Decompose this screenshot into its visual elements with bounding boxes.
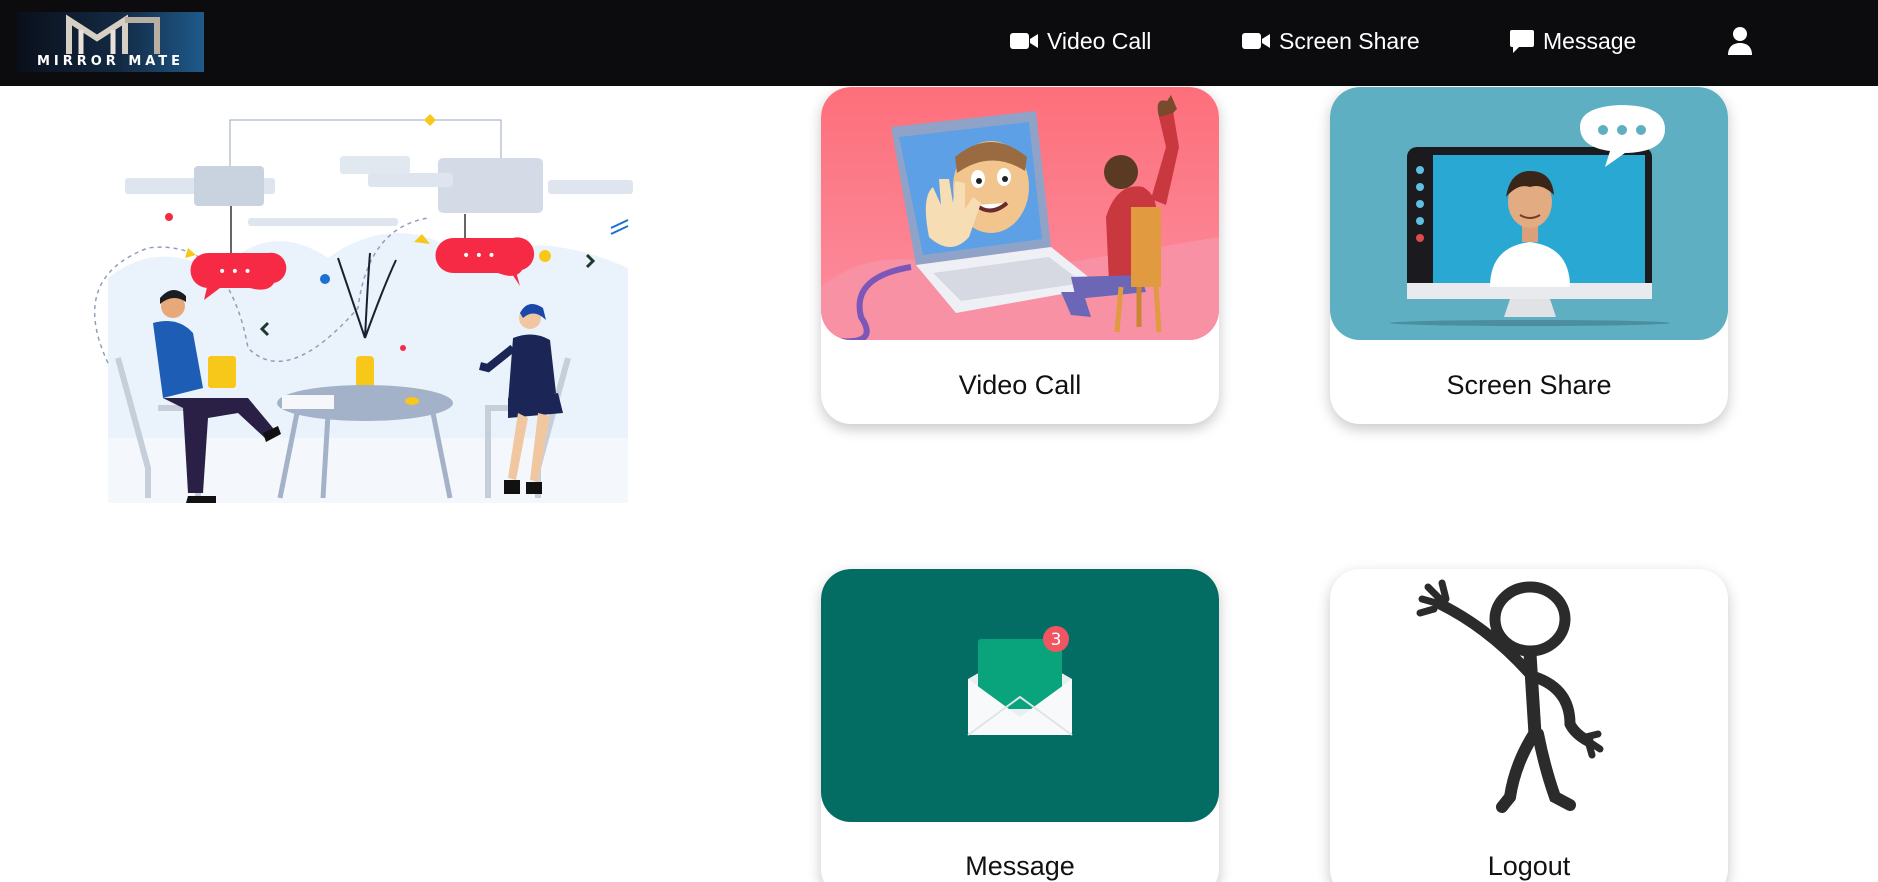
- logout-card[interactable]: Logout: [1330, 569, 1728, 882]
- meeting-illustration: • • • • • •: [68, 108, 643, 503]
- nav-screen-share[interactable]: Screen Share: [1241, 26, 1420, 56]
- nav-message-label: Message: [1543, 27, 1637, 54]
- waving-stick-figure-illustration: [1330, 569, 1728, 822]
- nav-message[interactable]: Message: [1509, 26, 1636, 56]
- nav-video-call[interactable]: Video Call: [1009, 26, 1151, 56]
- logout-card-label: Logout: [1487, 851, 1571, 881]
- video-call-card-label: Video Call: [958, 370, 1082, 400]
- svg-text:• • •: • • •: [462, 248, 496, 264]
- video-camera-icon: [1009, 31, 1039, 51]
- video-call-card[interactable]: Video Call: [821, 87, 1219, 424]
- nav-video-call-label: Video Call: [1047, 27, 1152, 54]
- mirror-mate-logo[interactable]: MIRROR MATE: [17, 12, 204, 72]
- message-card[interactable]: 3 Message: [821, 569, 1219, 882]
- screen-share-card-label: Screen Share: [1446, 370, 1612, 400]
- monitor-screen-share-illustration: [1330, 87, 1728, 340]
- laptop-video-call-illustration: [821, 87, 1219, 340]
- envelope-message-illustration: 3: [821, 569, 1219, 822]
- nav-screen-share-label: Screen Share: [1279, 27, 1420, 54]
- svg-text:• • •: • • •: [218, 264, 252, 280]
- video-camera-icon: [1241, 31, 1271, 51]
- message-card-label: Message: [965, 851, 1075, 881]
- logo-text: MIRROR MATE: [36, 54, 185, 69]
- chat-bubble-icon: [1509, 28, 1535, 54]
- screen-share-card[interactable]: Screen Share: [1330, 87, 1728, 424]
- user-icon[interactable]: [1725, 25, 1755, 57]
- top-navbar: MIRROR MATE Video Call Screen Share Mess…: [0, 0, 1878, 86]
- unread-badge: 3: [1051, 630, 1062, 650]
